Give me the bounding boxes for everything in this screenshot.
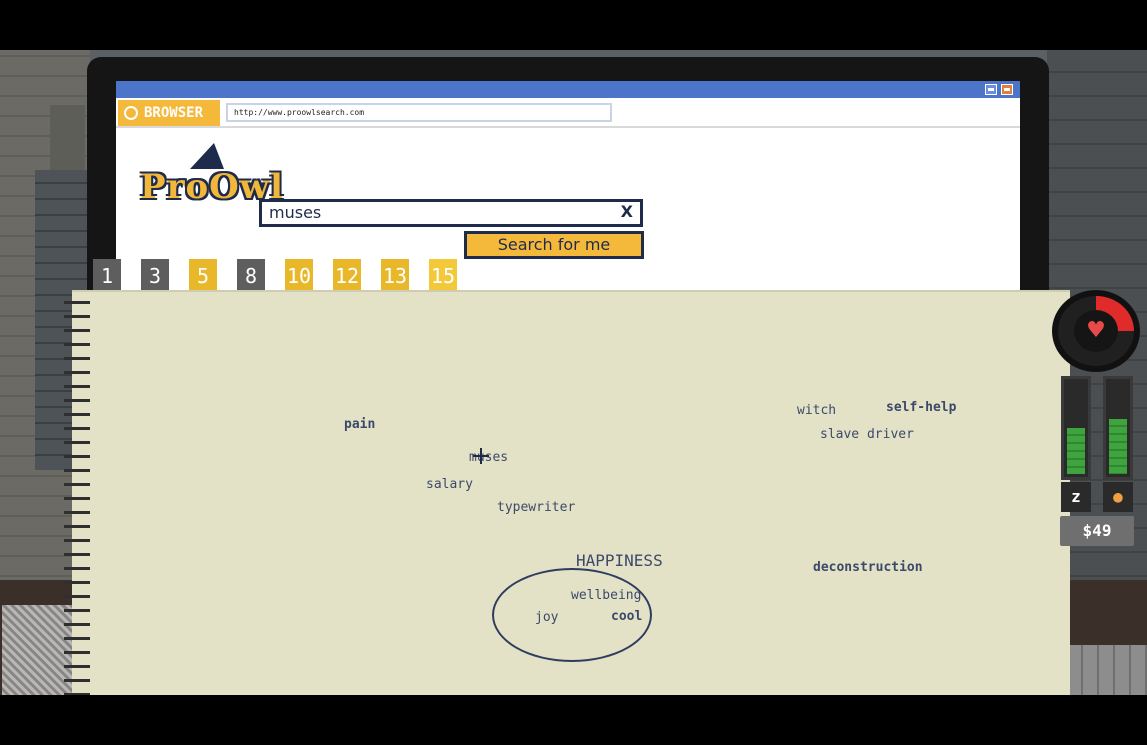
clear-search-button[interactable]: X: [621, 202, 633, 221]
word-witch[interactable]: witch: [797, 403, 836, 418]
notepad-spiral: [64, 295, 90, 695]
search-input[interactable]: muses X: [259, 199, 643, 227]
word-pain[interactable]: pain: [344, 417, 375, 432]
crosshair-cursor-icon: [473, 448, 489, 464]
window-titlebar: [116, 81, 1020, 98]
close-button[interactable]: [1001, 84, 1013, 95]
search-button[interactable]: Search for me: [464, 231, 644, 259]
url-bar[interactable]: http://www.proowlsearch.com: [226, 103, 612, 122]
game-scene: BROWSER http://www.proowlsearch.com ProO…: [0, 50, 1147, 695]
keyboard: [1067, 645, 1147, 695]
background-tower: [50, 105, 85, 175]
browser-toolbar: BROWSER http://www.proowlsearch.com: [116, 98, 1020, 128]
word-slave-driver[interactable]: slave driver: [820, 427, 914, 442]
word-cool[interactable]: cool: [611, 609, 642, 624]
food-meter: [1103, 376, 1133, 480]
word-wellbeing[interactable]: wellbeing: [571, 588, 641, 603]
word-happiness[interactable]: HAPPINESS: [576, 551, 663, 570]
health-dial: ♥: [1052, 290, 1140, 372]
owl-hat-icon: [190, 143, 224, 169]
money-display: $49: [1060, 516, 1134, 546]
browser-label: BROWSER: [118, 100, 220, 126]
sleep-meter-fill: [1067, 428, 1085, 474]
minimize-button[interactable]: [985, 84, 997, 95]
word-self-help[interactable]: self-help: [886, 400, 956, 415]
word-salary[interactable]: salary: [426, 477, 473, 492]
word-typewriter[interactable]: typewriter: [497, 500, 575, 515]
proowl-logo: ProOwl: [140, 137, 300, 207]
word-deconstruction[interactable]: deconstruction: [813, 560, 923, 575]
drumstick-icon: ●: [1103, 482, 1133, 512]
sleep-meter: [1061, 376, 1091, 480]
heart-icon: ♥: [1074, 310, 1118, 352]
word-joy[interactable]: joy: [535, 610, 558, 625]
owl-icon: [124, 106, 138, 120]
sleep-icon: z: [1061, 482, 1091, 512]
food-meter-fill: [1109, 419, 1127, 474]
